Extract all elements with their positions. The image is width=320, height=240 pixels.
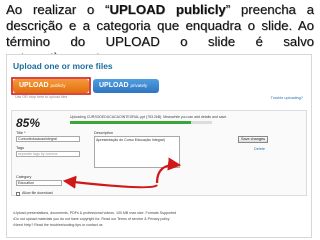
annotation-overlay — [11, 77, 182, 189]
caption-text-start: Ao realizar o “ — [6, 2, 110, 17]
caption-highlight: UPLOAD publicly — [109, 2, 226, 17]
upload-screenshot: Upload one or more files UPLOAD publicly… — [6, 54, 312, 238]
arrow-to-category — [62, 175, 158, 189]
arrow-to-description — [155, 157, 182, 184]
publicly-highlight-box — [11, 77, 91, 95]
